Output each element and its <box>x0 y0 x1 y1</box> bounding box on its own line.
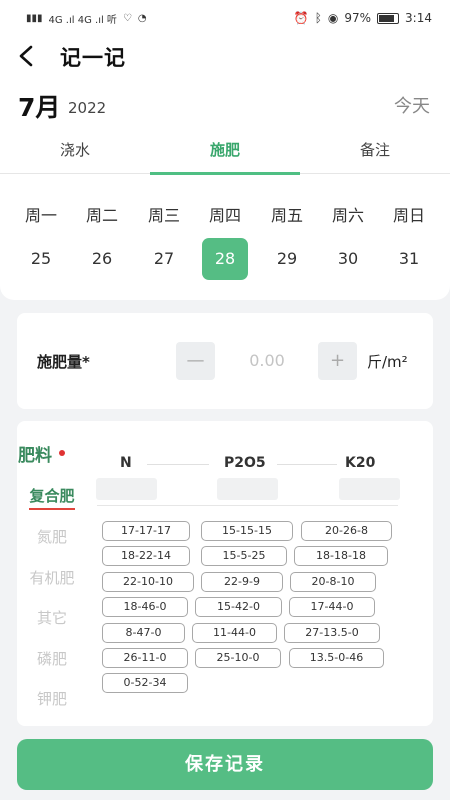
day-thu[interactable]: 周四 28 <box>201 204 249 280</box>
alarm-icon: ⏰ <box>293 11 309 25</box>
year-label: 2022 <box>68 99 107 117</box>
day-fri[interactable]: 周五 29 <box>263 204 311 280</box>
day-sat[interactable]: 周六 30 <box>324 204 372 280</box>
weekday-label: 周三 <box>147 206 180 225</box>
formula-chip[interactable]: 25-10-0 <box>195 648 281 668</box>
category-organic[interactable]: 有机肥 <box>17 567 87 588</box>
required-dot-icon <box>59 450 65 456</box>
formula-chip[interactable]: 0-52-34 <box>102 673 188 693</box>
save-record-button[interactable]: 保存记录 <box>17 739 433 790</box>
day-number-selected: 28 <box>202 238 248 280</box>
fertilizer-heading: 肥料 <box>18 446 52 466</box>
category-other[interactable]: 其它 <box>17 607 87 628</box>
npk-header-p: P2O5 <box>224 455 266 471</box>
category-phosphorus[interactable]: 磷肥 <box>17 648 87 669</box>
category-nitrogen[interactable]: 氮肥 <box>17 526 87 547</box>
formula-chip[interactable]: 17-44-0 <box>289 597 375 617</box>
month-label: 7月 <box>18 93 61 122</box>
today-button[interactable]: 今天 <box>394 92 430 118</box>
formula-chip[interactable]: 27-13.5-0 <box>284 623 380 643</box>
formula-chip[interactable]: 15-5-25 <box>201 546 287 566</box>
day-number: 30 <box>337 249 359 268</box>
status-left: ▮▮▮ 4G .ıl 4G .ıl 听 ♡ ◔ <box>26 11 147 26</box>
weekday-label: 周日 <box>392 206 425 225</box>
weekday-label: 周一 <box>24 206 57 225</box>
tab-notes[interactable]: 备注 <box>300 132 450 174</box>
npk-divider <box>147 464 209 465</box>
weekday-label: 周二 <box>85 206 118 225</box>
npk-input-k[interactable] <box>339 478 400 500</box>
day-sun[interactable]: 周日 31 <box>385 204 433 280</box>
top-card: 记一记 7月 2022 今天 浇水 施肥 备注 周一 25 周二 26 周三 2… <box>0 36 450 300</box>
amount-card: 施肥量* — 0.00 + 斤/m² <box>17 313 433 409</box>
weekday-label: 周六 <box>331 206 364 225</box>
back-button[interactable] <box>10 40 42 72</box>
battery-percent: 97% <box>344 11 372 25</box>
npk-input-p[interactable] <box>217 478 278 500</box>
tab-fertilize[interactable]: 施肥 <box>150 132 300 175</box>
status-left-text: 4G .ıl 4G .ıl 听 <box>48 14 117 26</box>
tab-watering[interactable]: 浇水 <box>0 132 150 174</box>
weekday-label: 周四 <box>208 206 241 225</box>
day-number: 27 <box>153 249 175 268</box>
weekday-label: 周五 <box>270 206 303 225</box>
status-time: 3:14 <box>405 11 432 25</box>
formula-chip[interactable]: 20-8-10 <box>290 572 376 592</box>
formula-chip[interactable]: 15-15-15 <box>201 521 293 541</box>
npk-divider <box>277 464 337 465</box>
heart-icon: ♡ <box>122 12 132 24</box>
day-number: 29 <box>276 249 298 268</box>
formula-chip[interactable]: 20-26-8 <box>301 521 392 541</box>
bluetooth-icon: ᛒ <box>314 11 322 25</box>
nav-bar: 记一记 <box>0 36 450 76</box>
page-title: 记一记 <box>60 46 126 70</box>
decrement-button[interactable]: — <box>176 342 215 380</box>
formula-chip[interactable]: 18-18-18 <box>294 546 388 566</box>
formula-chip[interactable]: 18-22-14 <box>102 546 190 566</box>
npk-header-k: K20 <box>345 455 376 471</box>
day-mon[interactable]: 周一 25 <box>17 204 65 280</box>
amount-input[interactable]: 0.00 <box>217 342 317 380</box>
battery-icon <box>377 12 400 24</box>
category-potassium[interactable]: 钾肥 <box>17 688 87 709</box>
npk-underline <box>97 505 398 506</box>
npk-input-n[interactable] <box>96 478 157 500</box>
formula-chip[interactable]: 22-9-9 <box>201 572 283 592</box>
day-tue[interactable]: 周二 26 <box>78 204 126 280</box>
amount-label: 施肥量* <box>37 353 90 371</box>
chevron-left-icon <box>19 45 33 67</box>
formula-chip[interactable]: 8-47-0 <box>102 623 185 643</box>
formula-chip[interactable]: 26-11-0 <box>102 648 188 668</box>
chat-icon: ◔ <box>137 12 147 24</box>
day-wed[interactable]: 周三 27 <box>140 204 188 280</box>
formula-chip[interactable]: 11-44-0 <box>192 623 277 643</box>
npk-header-n: N <box>120 455 132 471</box>
location-icon: ◉ <box>327 11 339 25</box>
day-number: 26 <box>91 249 113 268</box>
status-bar: ▮▮▮ 4G .ıl 4G .ıl 听 ♡ ◔ ⏰ ᛒ ◉ 97% 3:14 <box>0 0 450 36</box>
amount-unit: 斤/m² <box>367 353 408 371</box>
signal-icon: ▮▮▮ <box>26 12 43 24</box>
formula-chip[interactable]: 18-46-0 <box>102 597 188 617</box>
tab-bar: 浇水 施肥 备注 <box>0 132 450 175</box>
day-number: 25 <box>30 249 52 268</box>
formula-chip[interactable]: 17-17-17 <box>102 521 190 541</box>
increment-button[interactable]: + <box>318 342 357 380</box>
formula-chip[interactable]: 13.5-0-46 <box>289 648 384 668</box>
formula-chip[interactable]: 22-10-10 <box>102 572 194 592</box>
status-right: ⏰ ᛒ ◉ 97% 3:14 <box>294 11 432 25</box>
fertilizer-card: 肥料 复合肥 氮肥 有机肥 其它 磷肥 钾肥 N P2O5 K20 17-17-… <box>17 421 433 726</box>
category-compound[interactable]: 复合肥 <box>17 485 87 510</box>
day-number: 31 <box>398 249 420 268</box>
formula-chip[interactable]: 15-42-0 <box>195 597 282 617</box>
